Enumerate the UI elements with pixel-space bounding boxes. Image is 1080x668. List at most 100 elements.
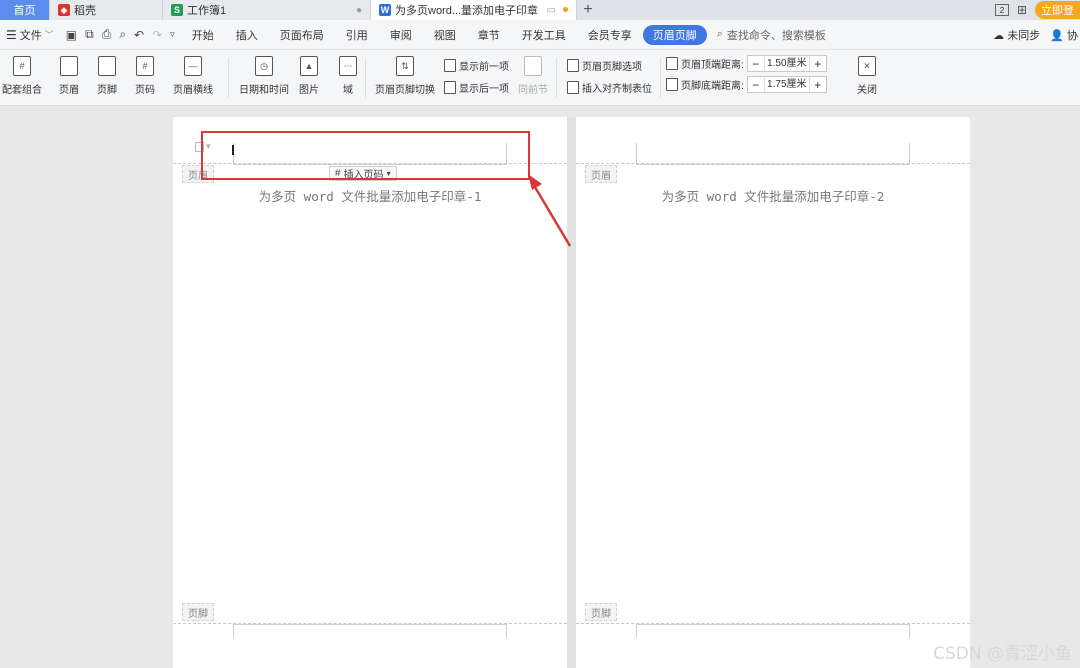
ribbon-toolbar: # 配套组合 页眉 页脚 # 页码 — 页眉横线 ◷ 日期和时间 ▲ 图片 ⋯ … xyxy=(0,50,1080,106)
top-distance-stepper[interactable]: − 1.50厘米 + xyxy=(746,55,827,72)
redo-icon[interactable]: ↷ xyxy=(152,28,162,42)
tab-daoke[interactable]: ◆ 稻壳 xyxy=(50,0,163,20)
undo-icon[interactable]: ↶ xyxy=(134,28,144,42)
field-button[interactable]: ⋯ 域 xyxy=(339,56,357,96)
tab-workbook[interactable]: S 工作簿1 ● xyxy=(163,0,371,20)
save-icon[interactable]: ▣ xyxy=(66,28,77,42)
pagenum-button[interactable]: # 页码 xyxy=(135,56,155,96)
menu-insert[interactable]: 插入 xyxy=(225,27,269,43)
bottom-distance-icon xyxy=(666,78,678,91)
header-label: 页眉 xyxy=(59,85,79,96)
header-edit-box[interactable] xyxy=(636,143,910,165)
calendar-icon: ◷ xyxy=(255,56,273,76)
print-icon[interactable]: ⎙ xyxy=(102,27,112,42)
footer-edit-box[interactable] xyxy=(233,624,507,638)
minus-icon[interactable]: − xyxy=(748,57,764,71)
plus-icon[interactable]: + xyxy=(810,57,826,71)
same-prev-label: 同前节 xyxy=(518,85,548,96)
command-search[interactable]: ⌕ 查找命令、搜索模板 xyxy=(707,27,826,43)
page-number-icon: # xyxy=(136,56,154,76)
sync-status[interactable]: ☁ 未同步 xyxy=(993,27,1040,43)
top-distance-icon xyxy=(666,57,678,70)
close-dot-icon[interactable]: ● xyxy=(356,5,362,16)
insert-align-label: 插入对齐制表位 xyxy=(582,84,652,95)
bottom-distance-stepper[interactable]: − 1.75厘米 + xyxy=(746,76,827,93)
window-count-icon[interactable]: 2 xyxy=(994,4,1009,16)
hf-switch-button[interactable]: ⇅ 页眉页脚切换 xyxy=(375,56,435,96)
show-next-button[interactable]: 显示后一项 xyxy=(444,80,509,95)
document-page-2[interactable]: 页眉 为多页 word 文件批量添加电子印章-2 页脚 xyxy=(576,117,970,668)
picture-button[interactable]: ▲ 图片 xyxy=(299,56,319,96)
menu-page-layout[interactable]: 页面布局 xyxy=(269,27,335,43)
footer-label-tag: 页脚 xyxy=(585,603,617,621)
quick-access-toolbar: ▣ ⧉ ⎙ ⌕ ↶ ↷ ▿ xyxy=(60,27,181,42)
word-icon: W xyxy=(379,4,391,16)
spreadsheet-icon: S xyxy=(171,4,183,16)
chevron-down-icon: ﹀ xyxy=(44,30,54,40)
file-menu-label: 文件 xyxy=(19,29,42,42)
tab-document[interactable]: W 为多页word...量添加电子印章 ▭ xyxy=(371,0,577,20)
plus-icon[interactable]: + xyxy=(810,78,826,92)
menu-member[interactable]: 会员专享 xyxy=(577,27,643,43)
minus-icon[interactable]: − xyxy=(748,78,764,92)
export-icon[interactable]: ⧉ xyxy=(85,27,94,42)
print-preview-icon[interactable]: ⌕ xyxy=(119,27,126,42)
login-button[interactable]: 立即登 xyxy=(1035,1,1080,19)
sync-label: 未同步 xyxy=(1007,29,1041,42)
hf-options-label: 页眉页脚选项 xyxy=(582,62,642,73)
datetime-button[interactable]: ◷ 日期和时间 xyxy=(239,56,289,96)
search-icon: ⌕ xyxy=(716,28,723,40)
header-line-button[interactable]: — 页眉横线 xyxy=(173,56,213,96)
field-label: 域 xyxy=(343,85,353,96)
ribbon-separator xyxy=(228,58,229,98)
switch-icon: ⇅ xyxy=(396,56,414,76)
menu-reference[interactable]: 引用 xyxy=(335,27,379,43)
menu-bar: ☰ 文件 ﹀ ▣ ⧉ ⎙ ⌕ ↶ ↷ ▿ 开始 插入 页面布局 引用 审阅 视图… xyxy=(0,20,1080,50)
picture-icon: ▲ xyxy=(300,56,318,76)
top-distance-value[interactable]: 1.50厘米 xyxy=(763,56,810,71)
header-button[interactable]: 页眉 xyxy=(59,56,79,96)
prev-icon xyxy=(444,59,456,72)
show-prev-label: 显示前一项 xyxy=(459,62,509,73)
show-prev-button[interactable]: 显示前一项 xyxy=(444,58,509,73)
tab-home-label: 首页 xyxy=(13,5,36,17)
hf-options-button[interactable]: 页眉页脚选项 xyxy=(567,58,642,73)
bottom-distance-label: 页脚底端距离: xyxy=(681,81,744,92)
daoke-icon: ◆ xyxy=(58,4,70,16)
hamburger-icon: ☰ xyxy=(6,27,17,42)
customize-icon[interactable]: ▿ xyxy=(170,29,175,40)
top-distance-control: 页眉顶端距离: − 1.50厘米 + xyxy=(666,55,827,72)
picture-label: 图片 xyxy=(299,85,319,96)
menu-review[interactable]: 审阅 xyxy=(379,27,423,43)
tab-bar: 首页 ◆ 稻壳 S 工作簿1 ● W 为多页word...量添加电子印章 ▭ +… xyxy=(0,0,1080,20)
file-menu[interactable]: ☰ 文件 ﹀ xyxy=(0,27,60,43)
peitao-button[interactable]: # 配套组合 xyxy=(2,56,42,96)
menu-header-footer[interactable]: 页眉页脚 xyxy=(642,24,707,45)
ribbon-separator xyxy=(556,58,557,98)
menu-developer[interactable]: 开发工具 xyxy=(511,27,577,43)
grid-icon[interactable]: ⊞ xyxy=(1017,3,1027,17)
tab-home[interactable]: 首页 xyxy=(0,0,50,20)
menu-start[interactable]: 开始 xyxy=(181,27,225,43)
same-prev-button[interactable]: 同前节 xyxy=(518,56,548,96)
footer-button[interactable]: 页脚 xyxy=(97,56,117,96)
options-icon xyxy=(567,59,579,72)
show-next-label: 显示后一项 xyxy=(459,84,509,95)
tab-document-label: 为多页word...量添加电子印章 xyxy=(395,5,539,17)
footer-edit-box[interactable] xyxy=(636,624,910,638)
menu-view[interactable]: 视图 xyxy=(423,27,467,43)
collab-button[interactable]: 👤 协 xyxy=(1050,27,1078,43)
monitor-icon[interactable]: ▭ xyxy=(547,5,556,16)
header-line-icon: — xyxy=(184,56,202,76)
close-hf-button[interactable]: ✕ 关闭 xyxy=(857,56,877,96)
bottom-distance-value[interactable]: 1.75厘米 xyxy=(763,77,810,92)
document-page-1[interactable]: ▾ 页眉 # 插入页码 ▾ 为多页 word 文件批量添加电子印章-1 页脚 xyxy=(173,117,567,668)
new-tab-button[interactable]: + xyxy=(577,0,599,20)
page-1-title: 为多页 word 文件批量添加电子印章-1 xyxy=(258,189,482,204)
command-search-placeholder: 查找命令、搜索模板 xyxy=(726,29,826,42)
insert-align-button[interactable]: 插入对齐制表位 xyxy=(567,80,652,95)
header-label-tag: 页眉 xyxy=(585,165,617,183)
menu-section[interactable]: 章节 xyxy=(467,27,511,43)
footer-label-tag: 页脚 xyxy=(182,603,214,621)
next-icon xyxy=(444,81,456,94)
